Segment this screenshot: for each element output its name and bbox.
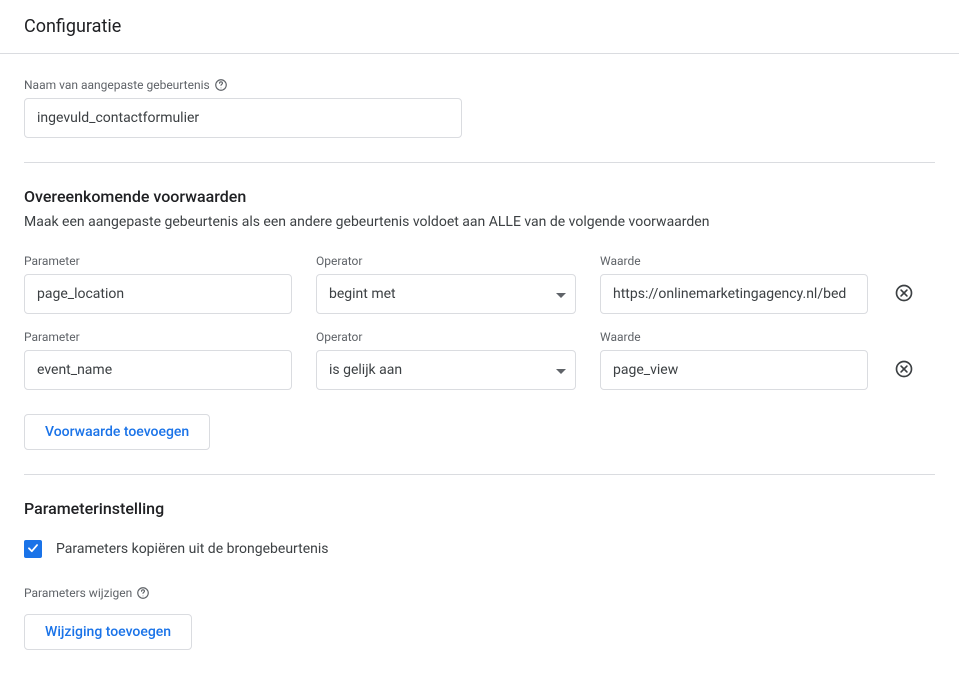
copy-parameters-checkbox[interactable] <box>24 540 42 558</box>
close-circle-icon <box>894 359 914 382</box>
modify-parameters-label: Parameters wijzigen <box>24 586 935 600</box>
custom-event-name-label-text: Naam van aangepaste gebeurtenis <box>24 78 210 92</box>
conditions-description: Maak een aangepaste gebeurtenis als een … <box>24 214 935 230</box>
operator-label: Operator <box>316 254 576 268</box>
condition-value-col: Waarde <box>600 254 868 314</box>
value-input[interactable] <box>600 350 868 390</box>
add-condition-button[interactable]: Voorwaarde toevoegen <box>24 414 210 450</box>
condition-value-col: Waarde <box>600 330 868 390</box>
parameter-input[interactable] <box>24 274 292 314</box>
condition-row: Parameter Operator is gelijk aan Waarde <box>24 330 935 390</box>
help-icon[interactable] <box>136 586 150 600</box>
condition-operator-col: Operator begint met <box>316 254 576 314</box>
conditions-title: Overeenkomende voorwaarden <box>24 187 935 206</box>
close-circle-icon <box>894 283 914 306</box>
copy-parameters-row: Parameters kopiëren uit de brongebeurten… <box>24 540 935 558</box>
help-icon[interactable] <box>214 78 228 92</box>
operator-select[interactable]: begint met <box>316 274 576 314</box>
value-label: Waarde <box>600 254 868 268</box>
divider <box>24 474 935 475</box>
modify-parameters-label-text: Parameters wijzigen <box>24 586 132 600</box>
custom-event-name-input[interactable] <box>24 98 462 138</box>
header: Configuratie <box>0 0 959 54</box>
parameter-settings-title: Parameterinstelling <box>24 499 935 518</box>
operator-select-wrap: is gelijk aan <box>316 350 576 390</box>
condition-parameter-col: Parameter <box>24 254 292 314</box>
operator-label: Operator <box>316 330 576 344</box>
condition-row: Parameter Operator begint met Waarde <box>24 254 935 314</box>
remove-condition-button[interactable] <box>892 274 916 314</box>
parameter-label: Parameter <box>24 330 292 344</box>
check-icon <box>26 541 40 558</box>
value-input[interactable] <box>600 274 868 314</box>
add-modification-button[interactable]: Wijziging toevoegen <box>24 614 192 650</box>
condition-operator-col: Operator is gelijk aan <box>316 330 576 390</box>
parameter-input[interactable] <box>24 350 292 390</box>
custom-event-name-label: Naam van aangepaste gebeurtenis <box>24 78 935 92</box>
remove-condition-button[interactable] <box>892 350 916 390</box>
copy-parameters-label: Parameters kopiëren uit de brongebeurten… <box>56 541 329 557</box>
operator-select-wrap: begint met <box>316 274 576 314</box>
content-area: Naam van aangepaste gebeurtenis Overeenk… <box>0 54 959 674</box>
page-title: Configuratie <box>24 16 935 37</box>
divider <box>24 162 935 163</box>
condition-parameter-col: Parameter <box>24 330 292 390</box>
operator-select[interactable]: is gelijk aan <box>316 350 576 390</box>
value-label: Waarde <box>600 330 868 344</box>
parameter-label: Parameter <box>24 254 292 268</box>
